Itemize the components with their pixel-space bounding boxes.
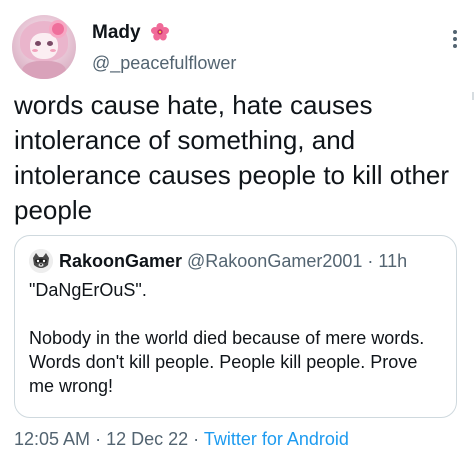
footer-separator: · [193, 429, 200, 449]
quoted-tweet-time[interactable]: 11h [378, 251, 407, 271]
author-avatar[interactable] [12, 15, 76, 79]
author-display-name[interactable]: Mady [92, 22, 141, 44]
quoted-author-display-name[interactable]: RakoonGamer [59, 250, 182, 272]
author-handle[interactable]: @_peacefulflower [92, 53, 236, 73]
tweet-text: words cause hate, hate causes intoleranc… [14, 90, 450, 225]
quoted-author-avatar [29, 249, 53, 273]
tweet-footer: 12:05 AM · 12 Dec 22 · Twitter for Andro… [14, 428, 349, 450]
quoted-tweet-line: "DaNgErOuS". [29, 280, 147, 300]
tweet-date[interactable]: 12 Dec 22 [106, 429, 188, 449]
tweet-time[interactable]: 12:05 AM [14, 429, 90, 449]
quoted-tweet-card[interactable]: RakoonGamer @RakoonGamer2001 · 11h "DaNg… [14, 235, 457, 418]
tweet-source-link[interactable]: Twitter for Android [204, 429, 349, 449]
quoted-tweet-text: "DaNgErOuS". Nobody in the world died be… [29, 278, 439, 398]
tweet: Mady @_peacefulflower words cause hate, … [0, 0, 474, 468]
quoted-tweet-line: Nobody in the world died because of mere… [29, 328, 425, 396]
footer-separator: · [95, 429, 102, 449]
meta-separator: · [367, 251, 374, 271]
quoted-author-meta: @RakoonGamer2001 · 11h [187, 250, 407, 272]
more-options-icon[interactable] [445, 28, 465, 50]
quoted-author-handle[interactable]: @RakoonGamer2001 [187, 251, 362, 271]
hibiscus-icon [151, 23, 169, 41]
